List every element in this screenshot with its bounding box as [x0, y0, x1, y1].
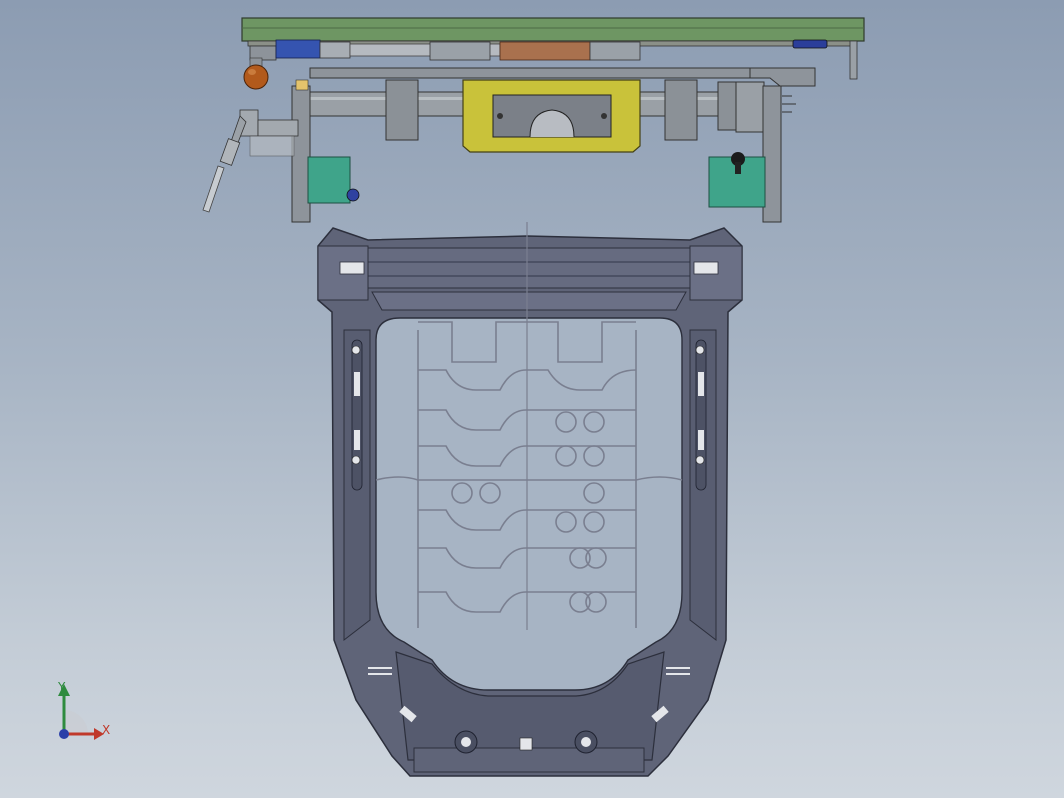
clamp-handle: [202, 165, 225, 213]
x-axis-label: X: [102, 723, 111, 737]
right-bracket: [762, 85, 782, 223]
upper-rail: [309, 67, 751, 79]
pneumatic-cylinder-block: [275, 39, 321, 59]
seat-frame-model[interactable]: [0, 0, 1064, 798]
cad-viewport[interactable]: Y X: [0, 0, 1064, 798]
left-bracket: [291, 85, 311, 223]
z-axis-dot: [59, 729, 69, 739]
fixture-top-plate: [241, 17, 865, 42]
rotating-knob: [243, 64, 269, 90]
y-axis-label: Y: [58, 680, 66, 694]
left-clamp-block: [307, 156, 351, 204]
coordinate-triad: [58, 684, 104, 740]
locating-pin: [849, 40, 858, 80]
seat-frame[interactable]: [317, 227, 743, 777]
welding-fixture[interactable]: [202, 17, 865, 223]
